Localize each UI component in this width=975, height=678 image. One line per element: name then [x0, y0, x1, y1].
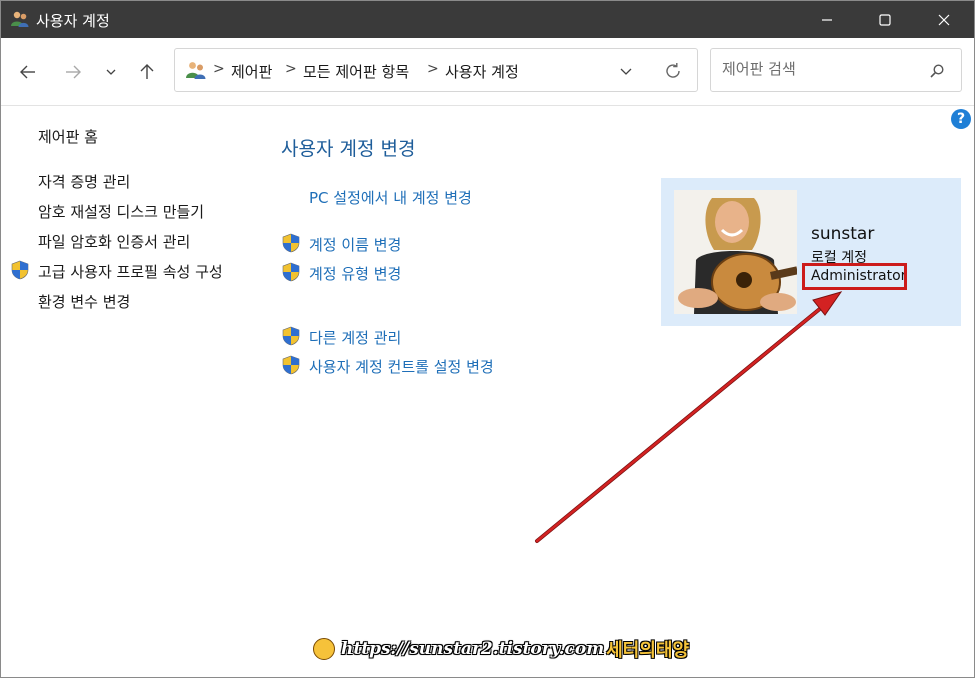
uac-shield-icon — [282, 233, 300, 253]
title-bar: 사용자 계정 — [1, 1, 974, 38]
uac-shield-icon — [282, 262, 300, 282]
minimize-icon — [822, 18, 832, 21]
close-icon — [938, 14, 950, 25]
forward-button[interactable] — [59, 58, 87, 86]
search-button[interactable] — [926, 60, 948, 82]
control-panel-window: 사용자 계정 > 제어판 > 모든 제어판 항목 > 사용자 계정 제어판 검색… — [0, 0, 975, 678]
back-button[interactable] — [14, 58, 42, 86]
arrow-up-icon — [140, 64, 154, 79]
search-input[interactable] — [722, 59, 912, 79]
watermark-url: https://sunstar2.tistory.com — [341, 639, 605, 659]
refresh-button[interactable] — [661, 59, 685, 83]
highlight-box — [802, 263, 907, 290]
user-name: sunstar — [811, 224, 875, 244]
users-icon — [11, 11, 29, 27]
breadcrumb-separator: > — [285, 61, 297, 77]
watermark-name: 세터의태양 — [606, 640, 690, 661]
address-dropdown-button[interactable] — [615, 60, 637, 82]
users-icon — [186, 62, 206, 79]
uac-settings-link[interactable]: 사용자 계정 컨트롤 설정 변경 — [309, 356, 494, 377]
breadcrumb-separator: > — [427, 61, 439, 77]
arrow-left-icon — [20, 65, 35, 79]
chevron-down-icon — [106, 69, 116, 75]
refresh-icon — [666, 63, 680, 78]
chevron-down-icon — [620, 68, 632, 75]
recent-locations-button[interactable] — [98, 58, 124, 86]
avatar-image — [674, 190, 797, 314]
up-button[interactable] — [133, 58, 161, 86]
manage-credentials-link[interactable]: 자격 증명 관리 — [38, 171, 130, 192]
change-account-name-link[interactable]: 계정 이름 변경 — [309, 234, 401, 255]
page-title: 사용자 계정 변경 — [281, 138, 416, 160]
uac-shield-icon — [282, 326, 300, 346]
watermark: https://sunstar2.tistory.com 세터의태양 — [313, 635, 689, 663]
smiley-icon — [313, 638, 335, 660]
arrow-right-icon — [66, 65, 81, 79]
maximize-icon — [879, 13, 891, 26]
change-account-type-link[interactable]: 계정 유형 변경 — [309, 263, 401, 284]
help-button[interactable]: ? — [951, 109, 971, 129]
search-box — [710, 48, 962, 92]
breadcrumb-control-panel[interactable]: 제어판 — [231, 61, 272, 82]
control-panel-home-link[interactable]: 제어판 홈 — [38, 126, 98, 147]
advanced-user-profile-properties-link[interactable]: 고급 사용자 프로필 속성 구성 — [38, 261, 223, 282]
create-password-reset-disk-link[interactable]: 암호 재설정 디스크 만들기 — [38, 201, 204, 222]
change-environment-variables-link[interactable]: 환경 변수 변경 — [38, 291, 130, 312]
maximize-button[interactable] — [856, 1, 914, 38]
user-account-card: sunstar 로컬 계정 Administrator — [661, 178, 961, 326]
search-icon — [930, 64, 944, 78]
window-title: 사용자 계정 — [36, 12, 110, 30]
address-bar[interactable]: > 제어판 > 모든 제어판 항목 > 사용자 계정 — [174, 48, 698, 92]
breadcrumb-user-accounts[interactable]: 사용자 계정 — [445, 61, 519, 82]
close-button[interactable] — [915, 1, 973, 38]
user-avatar[interactable] — [674, 190, 797, 314]
breadcrumb-separator: > — [213, 61, 225, 77]
pc-settings-account-link[interactable]: PC 설정에서 내 계정 변경 — [309, 187, 472, 208]
uac-shield-icon — [282, 355, 300, 375]
minimize-button[interactable] — [798, 1, 856, 38]
manage-file-encryption-certificates-link[interactable]: 파일 암호화 인증서 관리 — [38, 231, 190, 252]
uac-shield-icon — [11, 260, 29, 280]
navigation-bar: > 제어판 > 모든 제어판 항목 > 사용자 계정 — [1, 38, 974, 106]
manage-another-account-link[interactable]: 다른 계정 관리 — [309, 327, 401, 348]
breadcrumb-all-items[interactable]: 모든 제어판 항목 — [303, 61, 409, 82]
